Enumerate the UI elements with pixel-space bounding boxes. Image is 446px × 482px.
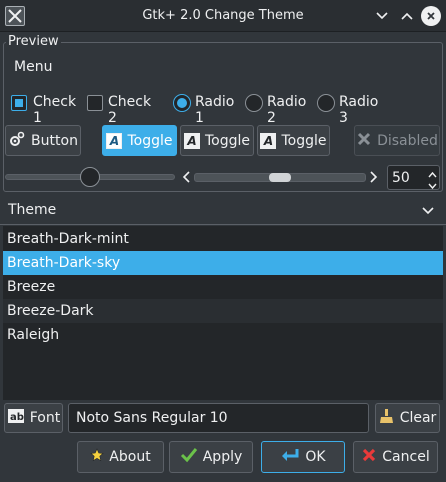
spin-down-icon[interactable] <box>428 179 437 194</box>
font-icon: ab <box>7 408 25 428</box>
font-button-label: Font <box>29 410 61 426</box>
minimize-icon[interactable] <box>372 6 392 26</box>
check-1[interactable]: Check 1 <box>11 94 87 126</box>
toggle-label: Toggle <box>204 132 250 149</box>
scrollbar-thumb[interactable] <box>269 173 291 182</box>
disabled-button-label: Disabled <box>377 132 438 149</box>
radio-3-label: Radio 3 <box>339 94 379 126</box>
gears-icon <box>8 130 26 152</box>
radio-3[interactable]: Radio 3 <box>317 93 389 126</box>
maximize-icon[interactable] <box>397 6 417 26</box>
title-bar[interactable]: Gtk+ 2.0 Change Theme <box>0 0 446 32</box>
radio-1-label: Radio 1 <box>195 94 235 126</box>
preview-label: Preview <box>6 34 61 49</box>
toggle-button[interactable]: A Toggle <box>257 125 330 156</box>
list-item-selected[interactable]: Breath-Dark-sky <box>3 251 443 275</box>
checkmark-icon <box>180 447 198 467</box>
check-1-label: Check 1 <box>33 94 77 126</box>
ok-button[interactable]: OK <box>261 441 345 473</box>
about-label: About <box>109 449 151 465</box>
cancel-button[interactable]: Cancel <box>353 441 438 473</box>
radio-2[interactable]: Radio 2 <box>245 93 317 126</box>
clear-button[interactable]: Clear <box>375 403 440 433</box>
radio-unselected-icon[interactable] <box>317 94 335 112</box>
list-item[interactable]: Raleigh <box>3 323 443 347</box>
checkbox-unchecked-icon[interactable] <box>87 95 103 111</box>
check-2[interactable]: Check 2 <box>87 94 163 126</box>
enter-arrow-icon <box>280 447 300 467</box>
cancel-x-icon <box>361 447 377 467</box>
cancel-label: Cancel <box>382 449 430 465</box>
radio-selected-icon[interactable] <box>173 94 191 112</box>
list-item[interactable]: Breath-Dark-mint <box>3 227 443 251</box>
disabled-button: Disabled <box>354 125 440 156</box>
font-button[interactable]: ab Font <box>4 403 63 433</box>
toggle-label: Toggle <box>281 132 327 149</box>
spin-value[interactable]: 50 <box>392 170 410 186</box>
toggle-label: Toggle <box>127 132 173 149</box>
check-2-label: Check 2 <box>108 94 152 126</box>
toggle-button-active[interactable]: A Toggle <box>102 125 177 156</box>
radio-1[interactable]: Radio 1 <box>173 93 245 126</box>
broom-icon <box>379 408 395 428</box>
slider-knob[interactable] <box>80 167 100 187</box>
toggle-button[interactable]: A Toggle <box>180 125 254 156</box>
font-glyph-icon: A <box>106 132 123 149</box>
star-icon <box>90 448 105 466</box>
ok-label: OK <box>305 449 326 465</box>
theme-header-label: Theme <box>8 202 57 218</box>
font-glyph-icon: A <box>260 132 277 149</box>
list-item[interactable]: Breeze <box>3 275 443 299</box>
preview-button-label: Button <box>31 132 78 149</box>
list-item[interactable]: Breeze-Dark <box>3 299 443 323</box>
svg-text:ab: ab <box>10 412 24 423</box>
clear-button-label: Clear <box>399 410 437 426</box>
close-icon[interactable] <box>421 6 441 26</box>
checkbox-checked-icon[interactable] <box>11 95 27 111</box>
font-glyph-icon: A <box>183 132 200 149</box>
chevron-down-icon[interactable] <box>421 205 435 220</box>
apply-button[interactable]: Apply <box>169 441 253 473</box>
scroll-left-icon[interactable] <box>181 170 191 188</box>
radio-2-label: Radio 2 <box>267 94 307 126</box>
apply-label: Apply <box>202 449 243 465</box>
scroll-right-icon[interactable] <box>369 170 379 188</box>
font-entry[interactable]: Noto Sans Regular 10 <box>68 403 369 433</box>
close-icon <box>356 131 372 151</box>
preview-button[interactable]: Button <box>5 125 81 156</box>
about-button[interactable]: About <box>77 441 164 473</box>
spin-button[interactable]: 50 <box>387 165 440 190</box>
menu-item[interactable]: Menu <box>14 59 52 75</box>
radio-unselected-icon[interactable] <box>245 94 263 112</box>
theme-column-header[interactable]: Theme <box>0 195 446 225</box>
